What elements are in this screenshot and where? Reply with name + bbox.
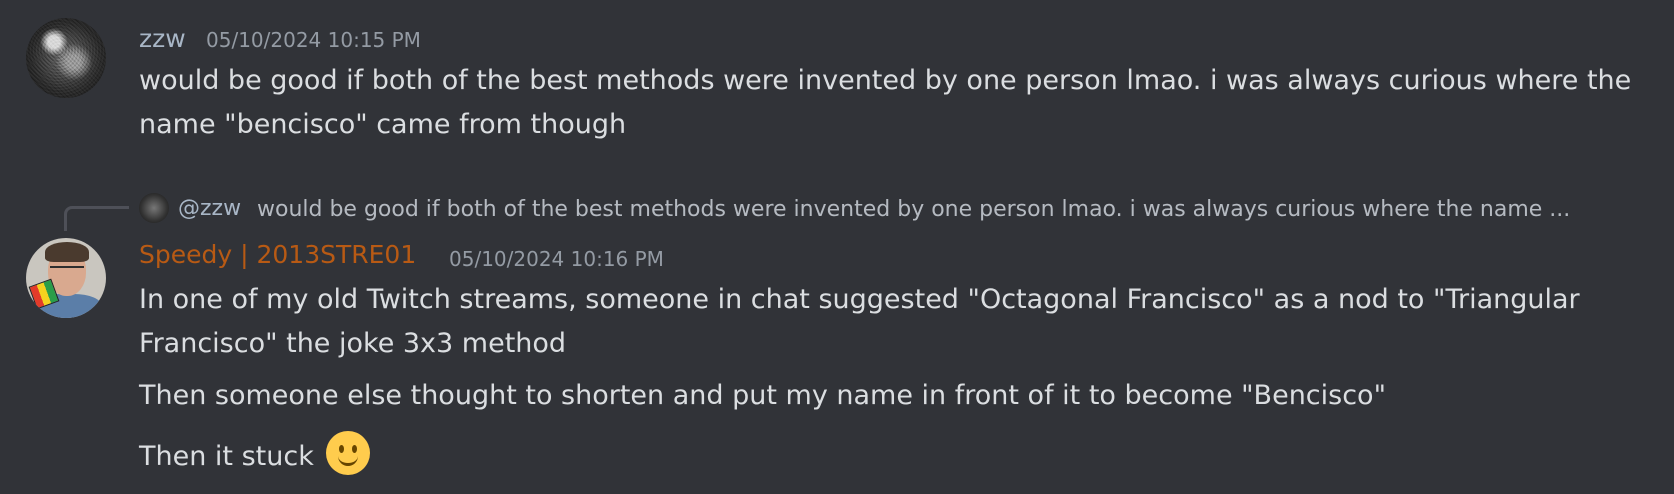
reply-preview-text[interactable]: would be good if both of the best method… <box>257 197 1645 222</box>
reply-connector <box>64 206 129 231</box>
message-text-line: Then someone else thought to shorten and… <box>139 380 1386 411</box>
avatar-hair <box>45 242 89 262</box>
message-timestamp[interactable]: 05/10/2024 10:16 PM <box>449 247 664 271</box>
author-name-zzw[interactable]: zzw <box>139 24 186 53</box>
chat-message-list: zzw 05/10/2024 10:15 PM would be good if… <box>0 0 1674 494</box>
message-timestamp[interactable]: 05/10/2024 10:15 PM <box>206 28 421 52</box>
message-text-line: Francisco" the joke 3x3 method <box>139 328 567 359</box>
zzw-avatar[interactable] <box>26 18 106 98</box>
emoji-eye <box>352 445 358 453</box>
slightly-smiling-face-icon[interactable] <box>326 431 371 475</box>
avatar-glasses <box>50 266 84 276</box>
reply-avatar-icon[interactable] <box>139 193 169 223</box>
message-text-line: In one of my old Twitch streams, someone… <box>139 284 1580 315</box>
message-text: Then it stuck <box>139 441 314 472</box>
speedy-avatar[interactable] <box>26 238 106 318</box>
message-text-line-with-emoji: Then it stuck <box>139 431 371 475</box>
author-name-speedy[interactable]: Speedy | 2013STRE01 <box>139 240 416 269</box>
emoji-eye <box>339 445 345 453</box>
message-text-line: name "bencisco" came from though <box>139 109 627 140</box>
message-text-line: would be good if both of the best method… <box>139 65 1632 96</box>
reply-author[interactable]: @zzw <box>178 196 241 221</box>
emoji-mouth <box>338 453 359 466</box>
